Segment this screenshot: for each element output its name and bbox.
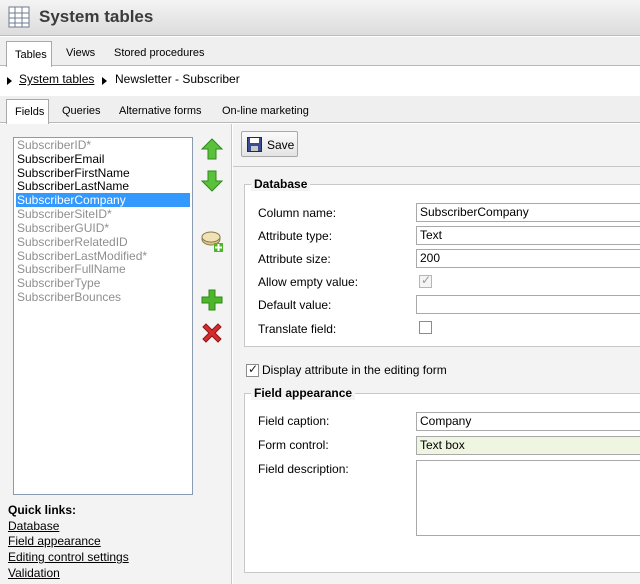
breadcrumb-arrow-icon [7,77,12,85]
quick-link-database[interactable]: Database [8,519,59,533]
header-bar: System tables [0,0,640,36]
default-value-label: Default value: [258,298,332,312]
breadcrumb-current: Newsletter - Subscriber [115,72,240,86]
allow-empty-checkbox: ✓ [419,273,432,288]
breadcrumb-separator-icon [102,77,107,85]
attribute-size-field[interactable]: 200 [416,249,640,268]
tab-views[interactable]: Views [66,47,95,59]
delete-field-icon[interactable] [200,321,224,345]
list-item[interactable]: SubscriberRelatedID [16,235,190,249]
toolbar-divider [233,166,640,167]
quick-link-validation[interactable]: Validation [8,566,60,580]
breadcrumb: System tables Newsletter - Subscriber [0,67,640,96]
checkmark-icon: ✓ [421,273,432,287]
display-attribute-label: Display attribute in the editing form [262,363,447,377]
list-item[interactable]: SubscriberLastName [16,179,190,193]
attribute-type-select[interactable]: Text [416,226,640,245]
sub-tab-strip: Fields Queries Alternative forms On-line… [0,96,640,124]
display-attribute-checkbox[interactable]: ✓ [246,362,259,377]
list-item[interactable]: SubscriberFullName [16,262,190,276]
breadcrumb-link-system-tables[interactable]: System tables [19,72,94,86]
field-appearance-group-title: Field appearance [251,386,356,400]
quick-link-editing-control-settings[interactable]: Editing control settings [8,550,129,564]
list-item[interactable]: SubscriberType [16,276,190,290]
list-item[interactable]: SubscriberLastModified* [16,249,190,263]
save-button[interactable]: Save [241,131,298,157]
form-control-label: Form control: [258,438,329,452]
page-title: System tables [39,7,154,26]
list-item[interactable]: SubscriberGUID* [16,221,190,235]
fields-panel: SubscriberID* SubscriberEmail Subscriber… [0,124,232,584]
field-editor-panel: Save Database Column name: SubscriberCom… [233,124,640,584]
new-category-icon[interactable] [200,229,224,253]
list-item[interactable]: SubscriberID* [16,138,190,152]
grid-table-icon [8,6,30,28]
tab-tables[interactable]: Tables [6,41,52,67]
move-up-icon[interactable] [200,137,224,161]
database-group-title: Database [251,177,311,191]
list-item-selected[interactable]: SubscriberCompany [16,193,190,207]
database-group: Database Column name: SubscriberCompany … [244,177,640,347]
save-button-label: Save [267,138,295,152]
list-item[interactable]: SubscriberSiteID* [16,207,190,221]
field-description-textarea[interactable] [416,460,640,536]
attribute-type-label: Attribute type: [258,229,333,243]
translate-field-label: Translate field: [258,322,337,336]
tab-fields[interactable]: Fields [6,99,49,124]
quick-links-title: Quick links: [8,503,77,517]
list-item[interactable]: SubscriberBounces [16,290,190,304]
list-item[interactable]: SubscriberEmail [16,152,190,166]
list-item[interactable]: SubscriberFirstName [16,166,190,180]
translate-field-checkbox[interactable] [419,321,432,334]
tab-online-marketing[interactable]: On-line marketing [222,105,309,117]
tab-stored-procedures[interactable]: Stored procedures [114,47,205,59]
field-appearance-group: Field appearance Field caption: Company … [244,386,640,573]
move-down-icon[interactable] [200,169,224,193]
field-list[interactable]: SubscriberID* SubscriberEmail Subscriber… [13,137,193,495]
field-description-label: Field description: [258,462,349,476]
top-tab-strip: Tables Views Stored procedures [0,37,640,67]
quick-link-field-appearance[interactable]: Field appearance [8,534,101,548]
tab-alternative-forms[interactable]: Alternative forms [119,105,202,117]
column-name-field[interactable]: SubscriberCompany [416,203,640,222]
default-value-field[interactable] [416,295,640,314]
floppy-disk-icon [247,137,262,152]
form-control-select[interactable]: Text box [416,436,640,455]
attribute-size-label: Attribute size: [258,252,331,266]
field-caption-field[interactable]: Company [416,412,640,431]
tab-queries[interactable]: Queries [62,105,101,117]
column-name-label: Column name: [258,206,337,220]
add-field-icon[interactable] [200,288,224,312]
field-caption-label: Field caption: [258,414,330,428]
checkmark-icon: ✓ [248,362,259,376]
allow-empty-label: Allow empty value: [258,275,359,289]
